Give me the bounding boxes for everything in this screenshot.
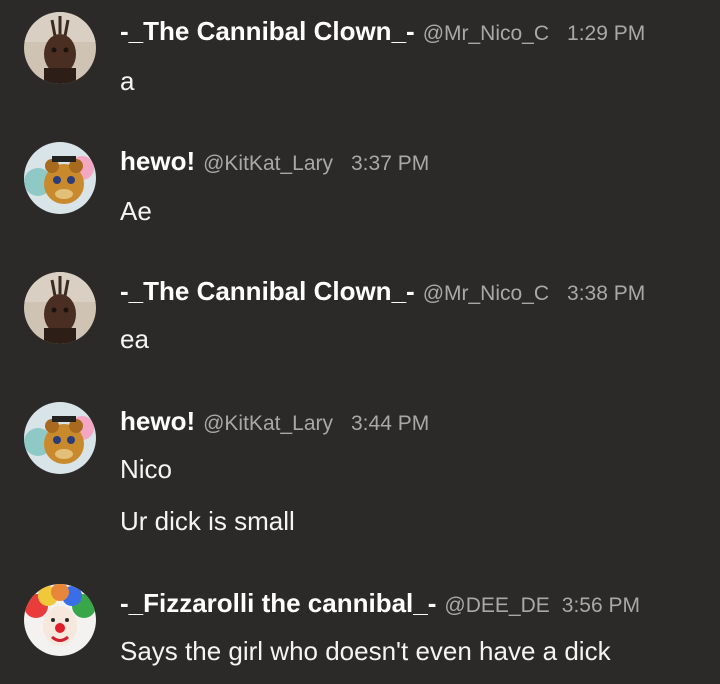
message-timestamp: 3:44 PM	[351, 412, 430, 435]
author-name[interactable]: -_Fizzarolli the cannibal_-	[120, 588, 436, 619]
author-handle: @KitKat_Lary	[203, 412, 333, 435]
author-name[interactable]: -_The Cannibal Clown_-	[120, 16, 415, 47]
author-name[interactable]: hewo!	[120, 146, 195, 177]
author-handle: @Mr_Nico_C	[422, 22, 550, 45]
user-avatar[interactable]	[24, 272, 96, 344]
author-name[interactable]: -_The Cannibal Clown_-	[120, 276, 415, 307]
clown-avatar-icon	[24, 584, 96, 656]
message-text: Says the girl who doesn't even have a di…	[120, 636, 611, 666]
deer-mask-avatar-icon	[24, 12, 96, 84]
message-text: ea	[120, 324, 149, 354]
user-avatar[interactable]	[24, 402, 96, 474]
animatronic-bear-avatar-icon	[24, 142, 96, 214]
message-timestamp: 3:56 PM	[561, 594, 640, 617]
message-timestamp: 1:29 PM	[567, 22, 646, 45]
message-text: Ae	[120, 196, 152, 226]
author-name[interactable]: hewo!	[120, 406, 195, 437]
message-text: Nico	[120, 454, 173, 484]
message-timestamp: 3:38 PM	[567, 282, 646, 305]
author-handle: @KitKat_Lary	[203, 152, 333, 175]
user-avatar[interactable]	[24, 12, 96, 84]
user-avatar[interactable]	[24, 142, 96, 214]
author-handle: @DEE_DE	[444, 594, 550, 617]
user-avatar[interactable]	[24, 584, 96, 656]
author-handle: @Mr_Nico_C	[422, 282, 550, 305]
deer-mask-avatar-icon	[24, 272, 96, 344]
message-text: a	[120, 66, 135, 96]
message-timestamp: 3:37 PM	[351, 152, 430, 175]
message-text: Ur dick is small	[120, 506, 295, 536]
animatronic-bear-avatar-icon	[24, 402, 96, 474]
